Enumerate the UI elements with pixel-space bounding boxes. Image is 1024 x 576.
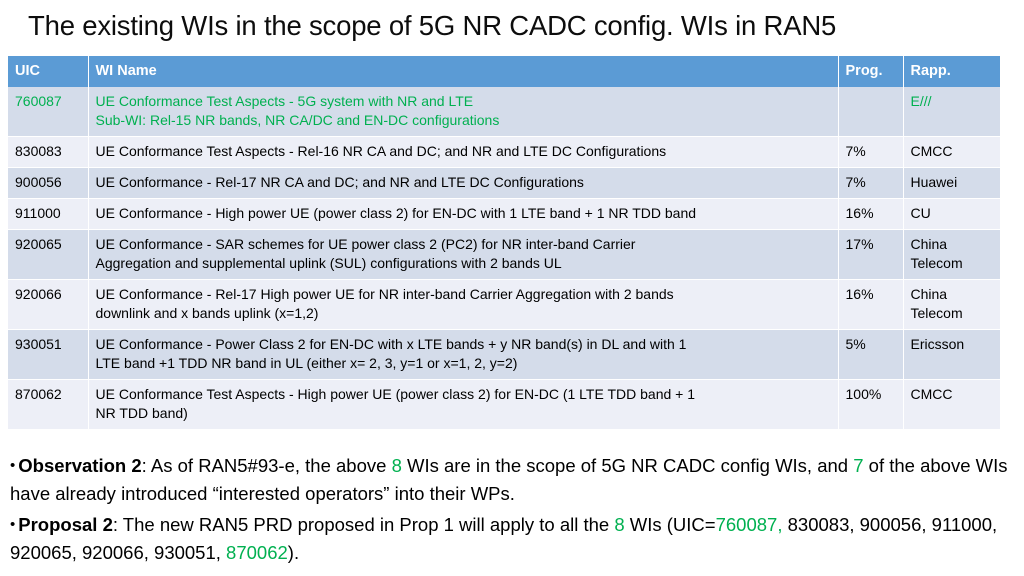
- cell-uic: 900056: [8, 167, 89, 199]
- cell-wi-name: UE Conformance Test Aspects - Rel-16 NR …: [88, 136, 839, 168]
- wi-name-line: UE Conformance - Rel-17 NR CA and DC; an…: [95, 174, 584, 190]
- slide-root: The existing WIs in the scope of 5G NR C…: [0, 0, 1024, 576]
- cell-uic: 830083: [8, 136, 89, 168]
- cell-wi-name: UE Conformance Test Aspects - 5G system …: [88, 87, 839, 137]
- table-row: 870062 UE Conformance Test Aspects - High…: [8, 379, 1000, 430]
- cell-rapporteur: CU: [903, 198, 1000, 230]
- cell-wi-name: UE Conformance - SAR schemes for UE powe…: [88, 229, 839, 280]
- column-header-wi-name: WI Name: [88, 56, 839, 87]
- bullet-list: • Observation 2: As of RAN5#93-e, the abo…: [10, 452, 1014, 570]
- cell-rapporteur: CMCC: [903, 136, 1000, 168]
- cell-uic: 760087: [8, 87, 89, 137]
- cell-wi-name: UE Conformance - Power Class 2 for EN-DC…: [88, 329, 839, 380]
- cell-wi-name: UE Conformance Test Aspects - High power…: [88, 379, 839, 430]
- wi-name-line: Sub-WI: Rel-15 NR bands, NR CA/DC and EN…: [95, 112, 500, 128]
- cell-wi-name: UE Conformance - High power UE (power cl…: [88, 198, 839, 230]
- proposal-text-3: ).: [287, 542, 300, 563]
- wi-name-line: LTE band +1 TDD NR band in UL (either x=…: [95, 355, 518, 371]
- wi-name-line: downlink and x bands uplink (x=1,2): [95, 305, 319, 321]
- cell-progress: 5%: [838, 329, 904, 380]
- table-row: 920065 UE Conformance - SAR schemes for U…: [8, 229, 1000, 280]
- bullet-dot-icon: •: [10, 457, 16, 474]
- proposal-count-1: 8: [614, 514, 625, 535]
- proposal-label: Proposal 2: [18, 514, 113, 535]
- wi-name-line: UE Conformance - Rel-17 High power UE fo…: [95, 286, 674, 302]
- cell-progress: 16%: [838, 198, 904, 230]
- table-row: 930051 UE Conformance - Power Class 2 for…: [8, 329, 1000, 380]
- table-header-row: UIC WI Name Prog. Rapp.: [8, 56, 1000, 87]
- cell-progress: 17%: [838, 229, 904, 280]
- cell-progress: 16%: [838, 279, 904, 330]
- cell-uic: 930051: [8, 329, 89, 380]
- cell-wi-name: UE Conformance - Rel-17 High power UE fo…: [88, 279, 839, 330]
- wi-name-line: UE Conformance Test Aspects - 5G system …: [95, 93, 474, 109]
- cell-uic: 911000: [8, 198, 89, 230]
- wi-name-line: UE Conformance - High power UE (power cl…: [95, 205, 697, 221]
- cell-progress: 100%: [838, 379, 904, 430]
- cell-progress: 7%: [838, 167, 904, 199]
- page-title: The existing WIs in the scope of 5G NR C…: [28, 10, 837, 41]
- cell-uic: 920065: [8, 229, 89, 280]
- cell-rapporteur: Ericsson: [903, 329, 1000, 380]
- proposal-text-2: WIs (UIC=: [624, 514, 716, 535]
- table-row: 920066 UE Conformance - Rel-17 High power…: [8, 279, 1000, 330]
- observation-count-2: 7: [853, 455, 864, 476]
- cell-rapporteur: China Telecom: [903, 279, 1000, 330]
- table-row: 760087 UE Conformance Test Aspects - 5G s…: [8, 87, 1000, 137]
- cell-progress: [838, 87, 904, 137]
- cell-uic: 870062: [8, 379, 89, 430]
- table-row: 900056 UE Conformance - Rel-17 NR CA and …: [8, 167, 1000, 199]
- column-header-rapp: Rapp.: [903, 56, 1000, 87]
- observation-label: Observation 2: [18, 455, 142, 476]
- cell-wi-name: UE Conformance - Rel-17 NR CA and DC; an…: [88, 167, 839, 199]
- wi-name-line: NR TDD band): [95, 405, 188, 421]
- column-header-uic: UIC: [8, 56, 89, 87]
- bullet-dot-icon-2: •: [10, 516, 16, 533]
- observation-text-1: : As of RAN5#93-e, the above: [141, 455, 392, 476]
- cell-rapporteur: China Telecom: [903, 229, 1000, 280]
- wi-name-line: UE Conformance - SAR schemes for UE powe…: [95, 236, 636, 252]
- wi-name-line: Aggregation and supplemental uplink (SUL…: [95, 255, 562, 271]
- observation-count-1: 8: [391, 455, 402, 476]
- column-header-prog: Prog.: [838, 56, 904, 87]
- cell-rapporteur: E///: [903, 87, 1000, 137]
- proposal-uic-last: 870062: [226, 542, 288, 563]
- cell-uic: 920066: [8, 279, 89, 330]
- cell-progress: 7%: [838, 136, 904, 168]
- proposal-text-1: : The new RAN5 PRD proposed in Prop 1 wi…: [112, 514, 615, 535]
- wi-name-line: UE Conformance - Power Class 2 for EN-DC…: [95, 336, 687, 352]
- wi-name-line: UE Conformance Test Aspects - Rel-16 NR …: [95, 143, 667, 159]
- proposal-uic-first: 760087,: [715, 514, 783, 535]
- table-row: 830083 UE Conformance Test Aspects - Rel-…: [8, 136, 1000, 168]
- observation-text-2: WIs are in the scope of 5G NR CADC confi…: [401, 455, 854, 476]
- work-items-table: UIC WI Name Prog. Rapp. 760087 UE Conform…: [8, 56, 1000, 430]
- wi-name-line: UE Conformance Test Aspects - High power…: [95, 386, 696, 402]
- cell-rapporteur: Huawei: [903, 167, 1000, 199]
- cell-rapporteur: CMCC: [903, 379, 1000, 430]
- proposal-bullet: • Proposal 2: The new RAN5 PRD proposed i…: [10, 511, 1014, 567]
- observation-bullet: • Observation 2: As of RAN5#93-e, the abo…: [10, 452, 1014, 508]
- table-body: 760087 UE Conformance Test Aspects - 5G s…: [8, 87, 1000, 430]
- table-row: 911000 UE Conformance - High power UE (po…: [8, 198, 1000, 230]
